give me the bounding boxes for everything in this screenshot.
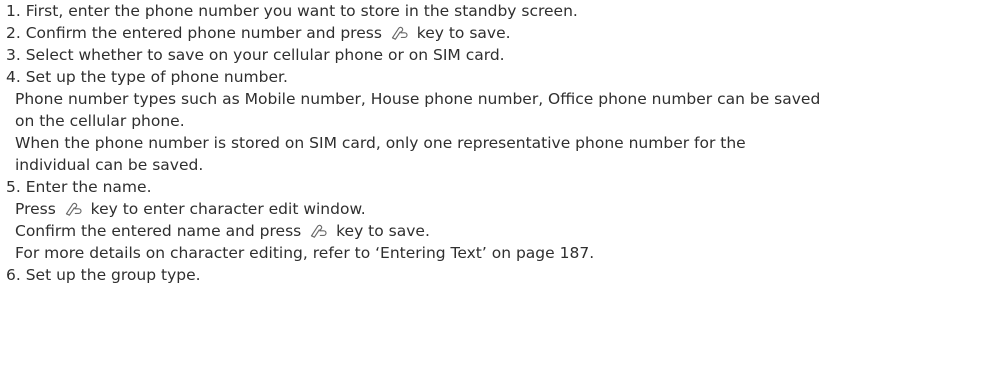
send-key-icon (309, 224, 328, 239)
step-1: 1. First, enter the phone number you wan… (6, 2, 578, 20)
instruction-document: 1. First, enter the phone number you wan… (6, 0, 1002, 381)
step-5-note-2-text-after: key to save. (336, 222, 430, 240)
step-5-note-2-text-before: Confirm the entered name and press (15, 222, 302, 240)
step-2-text-after: key to save. (416, 24, 511, 42)
step-4-note-1-line-2: on the cellular phone. (15, 112, 185, 130)
step-5-note-2: Confirm the entered name and press key t… (15, 220, 430, 242)
step-2-text-before: 2. Confirm the entered phone number and … (6, 24, 382, 42)
step-5-note-1-text-before: Press (15, 200, 56, 218)
step-4-note-1-line-1: Phone number types such as Mobile number… (15, 90, 821, 108)
step-4-note-2-line-2: individual can be saved. (15, 156, 204, 174)
step-5-note-1-text-after: key to enter character edit window. (90, 200, 366, 218)
step-2: 2. Confirm the entered phone number and … (6, 22, 511, 44)
step-4-note-2-line-1: When the phone number is stored on SIM c… (15, 134, 746, 152)
step-5: 5. Enter the name. (6, 178, 152, 196)
step-6: 6. Set up the group type. (6, 266, 201, 284)
step-3: 3. Select whether to save on your cellul… (6, 46, 505, 64)
step-5-note-3: For more details on character editing, r… (15, 244, 595, 262)
step-5-note-1: Press key to enter character edit window… (15, 198, 366, 220)
send-key-icon (64, 202, 83, 217)
send-key-icon (390, 26, 409, 41)
step-4: 4. Set up the type of phone number. (6, 68, 288, 86)
